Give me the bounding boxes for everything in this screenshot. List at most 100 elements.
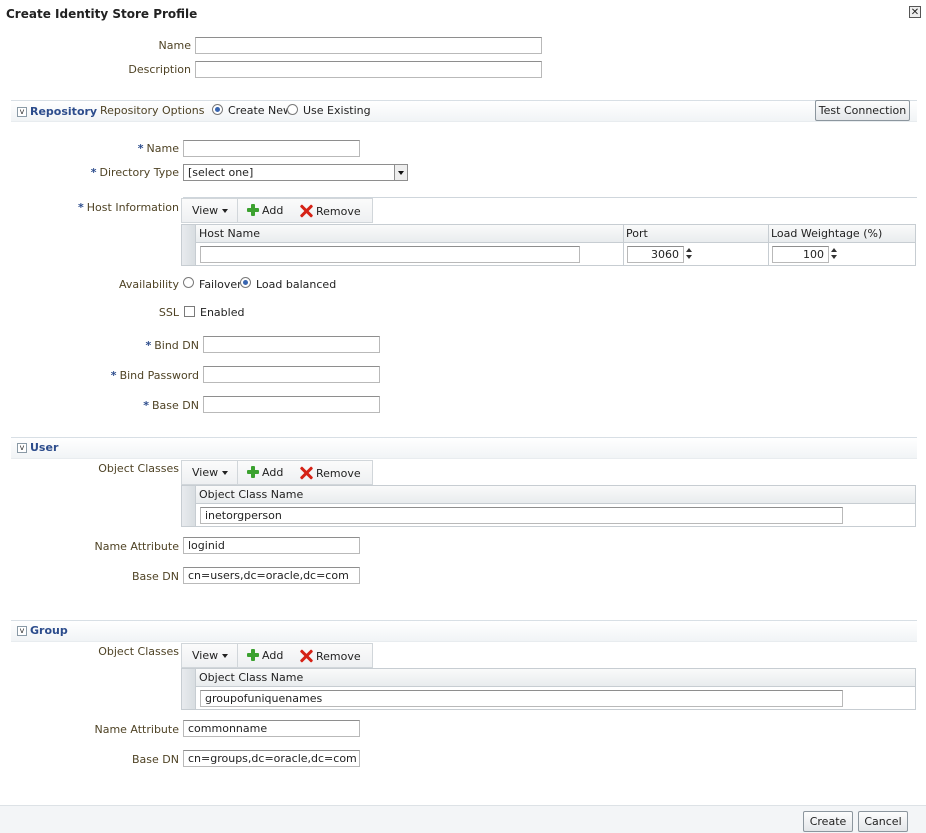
- group-name-attribute-label: Name Attribute: [94, 723, 179, 736]
- select-column-header: [182, 486, 196, 504]
- remove-label: Remove: [316, 650, 361, 663]
- directory-type-label: * Directory Type: [60, 166, 179, 179]
- port-input[interactable]: 3060: [627, 246, 684, 263]
- port-column-header: Port: [623, 225, 768, 243]
- add-label: Add: [262, 649, 284, 662]
- radio-create-new-label: Create New: [228, 104, 293, 117]
- bind-password-input[interactable]: [203, 366, 380, 383]
- bind-password-label: * Bind Password: [60, 369, 199, 382]
- directory-type-select[interactable]: [select one]: [183, 164, 408, 181]
- object-class-name-column-header: Object Class Name: [196, 486, 915, 504]
- remove-label: Remove: [316, 205, 361, 218]
- host-information-label: * Host Information: [60, 201, 179, 214]
- bind-password-label-text: Bind Password: [119, 369, 199, 382]
- cancel-button[interactable]: Cancel: [858, 811, 908, 832]
- user-toolbar: View Add Remove: [181, 460, 373, 485]
- repo-name-input[interactable]: [183, 140, 360, 157]
- column-separator: [623, 225, 624, 265]
- directory-type-label-text: Directory Type: [99, 166, 179, 179]
- user-object-class-input[interactable]: inetorgperson: [200, 507, 843, 524]
- port-spinner-icon[interactable]: [685, 247, 694, 261]
- add-icon: [247, 204, 259, 216]
- user-base-dn-input[interactable]: cn=users,dc=oracle,dc=com: [183, 567, 360, 584]
- group-base-dn-input[interactable]: cn=groups,dc=oracle,dc=com: [183, 750, 360, 767]
- radio-use-existing-label: Use Existing: [303, 104, 371, 117]
- ssl-enabled-checkbox[interactable]: [184, 306, 195, 317]
- user-section-header: [11, 437, 917, 459]
- profile-name-input[interactable]: [195, 37, 542, 54]
- group-toolbar: View Add Remove: [181, 643, 373, 668]
- add-icon: [247, 649, 259, 661]
- radio-create-new[interactable]: [212, 104, 223, 115]
- chevron-down-icon: [222, 209, 229, 213]
- group-remove-button[interactable]: Remove: [299, 649, 361, 663]
- bind-dn-input[interactable]: [203, 336, 380, 353]
- user-remove-button[interactable]: Remove: [299, 466, 361, 480]
- repository-section-title: Repository: [30, 105, 98, 118]
- bind-dn-label-text: Bind DN: [154, 339, 199, 352]
- user-object-class-table: Object Class Name inetorgperson: [181, 485, 916, 527]
- user-name-attribute-label: Name Attribute: [94, 540, 179, 553]
- load-spinner-icon[interactable]: [830, 247, 839, 261]
- load-weightage-input[interactable]: 100: [772, 246, 829, 263]
- host-add-button[interactable]: Add: [247, 204, 283, 217]
- repo-base-dn-label: * Base DN: [60, 399, 199, 412]
- test-connection-button[interactable]: Test Connection: [815, 100, 910, 121]
- group-object-class-input[interactable]: groupofuniquenames: [200, 690, 843, 707]
- load-weightage-column-header: Load Weightage (%): [768, 225, 915, 243]
- radio-use-existing[interactable]: [287, 104, 298, 115]
- remove-icon: [299, 466, 313, 480]
- repo-base-dn-input[interactable]: [203, 396, 380, 413]
- row-selector[interactable]: [182, 504, 196, 526]
- group-section-title: Group: [30, 624, 68, 637]
- group-add-button[interactable]: Add: [247, 649, 283, 662]
- host-information-label-text: Host Information: [86, 201, 179, 214]
- required-marker: *: [90, 166, 97, 179]
- user-view-menu[interactable]: View: [192, 466, 229, 479]
- toolbar-separator: [237, 644, 238, 667]
- remove-icon: [299, 204, 313, 218]
- radio-load-balanced-label: Load balanced: [256, 278, 337, 291]
- group-base-dn-label: Base DN: [132, 753, 179, 766]
- host-toolbar: View Add Remove: [181, 198, 373, 223]
- user-name-attribute-input[interactable]: loginid: [183, 537, 360, 554]
- group-name-attribute-input[interactable]: commonname: [183, 720, 360, 737]
- profile-description-input[interactable]: [195, 61, 542, 78]
- remove-icon: [299, 649, 313, 663]
- toolbar-separator: [237, 461, 238, 484]
- row-selector[interactable]: [182, 687, 196, 709]
- add-icon: [247, 466, 259, 478]
- group-collapse-icon[interactable]: v: [17, 626, 27, 636]
- create-button[interactable]: Create: [803, 811, 853, 832]
- host-remove-button[interactable]: Remove: [299, 204, 361, 218]
- host-view-menu[interactable]: View: [192, 204, 229, 217]
- required-marker: *: [137, 142, 144, 155]
- group-object-class-table: Object Class Name groupofuniquenames: [181, 668, 916, 710]
- ssl-enabled-label: Enabled: [200, 306, 245, 319]
- column-separator: [768, 225, 769, 265]
- chevron-down-icon: [222, 471, 229, 475]
- toolbar-separator: [237, 199, 238, 222]
- user-add-button[interactable]: Add: [247, 466, 283, 479]
- radio-failover[interactable]: [183, 277, 194, 288]
- ssl-label: SSL: [158, 306, 179, 319]
- host-table: Host Name Port Load Weightage (%) 3060 1…: [181, 224, 916, 266]
- dialog-footer: [0, 805, 926, 833]
- repository-collapse-icon[interactable]: v: [17, 107, 27, 117]
- required-marker: *: [78, 201, 84, 214]
- repo-base-dn-label-text: Base DN: [152, 399, 199, 412]
- radio-failover-label: Failover: [199, 278, 242, 291]
- view-label: View: [192, 649, 219, 662]
- directory-type-value: [select one]: [188, 166, 254, 179]
- close-icon[interactable]: ✕: [909, 6, 921, 18]
- host-name-input[interactable]: [200, 246, 580, 263]
- row-selector[interactable]: [182, 243, 196, 265]
- chevron-down-icon: [222, 654, 229, 658]
- group-section-header: [11, 620, 917, 642]
- view-label: View: [192, 204, 219, 217]
- radio-load-balanced[interactable]: [240, 277, 251, 288]
- user-collapse-icon[interactable]: v: [17, 443, 27, 453]
- add-label: Add: [262, 204, 284, 217]
- select-column-header: [182, 225, 196, 243]
- group-view-menu[interactable]: View: [192, 649, 229, 662]
